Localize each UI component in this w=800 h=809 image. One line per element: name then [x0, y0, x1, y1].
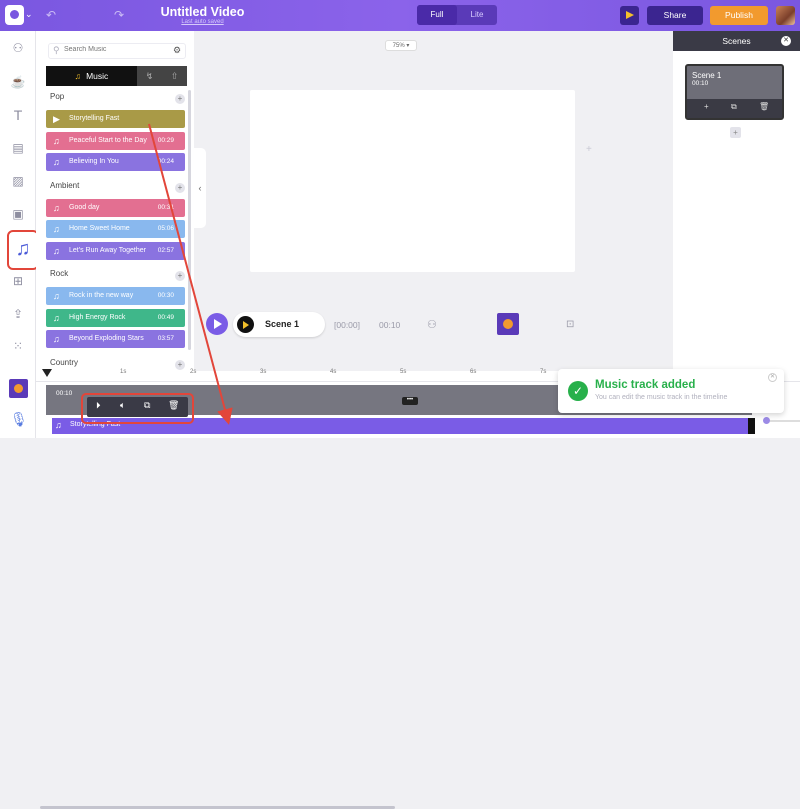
annotation-arrow [148, 123, 233, 425]
